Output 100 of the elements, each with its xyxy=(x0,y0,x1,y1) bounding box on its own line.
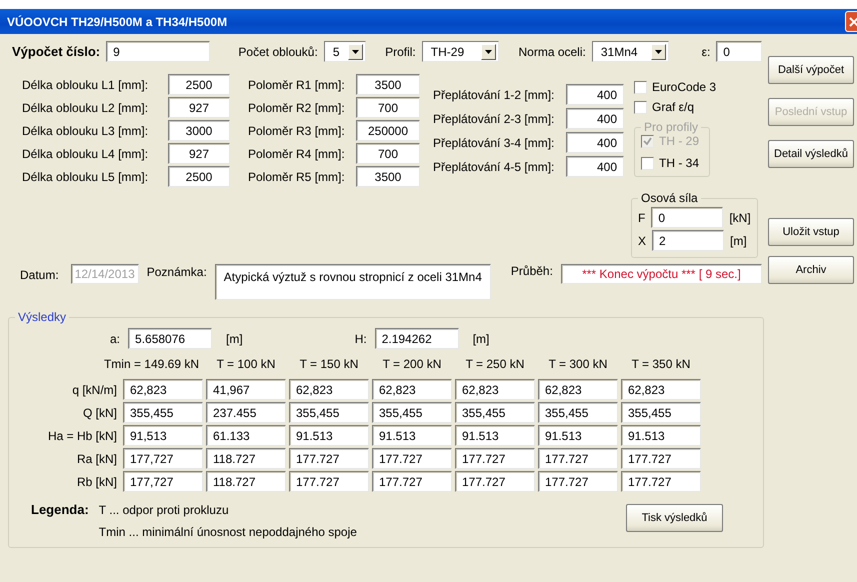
checkbox-label: EuroCode 3 xyxy=(652,80,716,94)
result-cell: 177.727 xyxy=(538,471,618,492)
result-cell: 62,823 xyxy=(538,379,618,400)
length-label: Délka oblouku L2 [mm]: xyxy=(22,100,148,114)
group-title: Osová síla xyxy=(640,191,699,205)
radius-field[interactable]: 250000 xyxy=(356,120,420,141)
length-field[interactable]: 3000 xyxy=(168,120,230,141)
arch-count-label: Počet oblouků: xyxy=(238,44,318,58)
epsilon-field[interactable]: 0 xyxy=(716,41,762,62)
checkbox-label: TH - 29 xyxy=(659,134,700,148)
progress-field: *** Konec výpočtu *** [ 9 sec.] xyxy=(560,264,762,284)
radius-field[interactable]: 3500 xyxy=(356,166,420,187)
group-title: Pro profily xyxy=(643,120,700,134)
arch-count-dropdown[interactable]: 5 xyxy=(324,41,366,62)
checkbox-label: TH - 34 xyxy=(659,156,700,170)
overlap-label: Přeplátování 1-2 [mm]: xyxy=(433,88,554,102)
length-field[interactable]: 927 xyxy=(168,143,230,164)
action-button[interactable]: Uložit vstup xyxy=(768,218,854,246)
overlap-field[interactable]: 400 xyxy=(566,84,624,105)
column-header: T = 150 kN xyxy=(298,356,360,373)
calc-number-field[interactable]: 9 xyxy=(106,41,210,62)
close-button[interactable] xyxy=(845,11,857,32)
print-results-button[interactable]: Tisk výsledků xyxy=(626,504,723,532)
result-cell: 177.727 xyxy=(538,448,618,469)
checkbox[interactable] xyxy=(634,100,647,114)
checkbox[interactable] xyxy=(634,80,647,94)
result-cell: 355,455 xyxy=(538,402,618,423)
legend-label: Legenda: xyxy=(31,502,89,517)
result-cell: 62,823 xyxy=(372,379,452,400)
radius-label: Poloměr R2 [mm]: xyxy=(248,100,345,114)
row-label: Q [kN] xyxy=(82,406,118,420)
radius-label: Poloměr R1 [mm]: xyxy=(248,78,345,92)
result-cell: 177.727 xyxy=(289,471,369,492)
overlap-field[interactable]: 400 xyxy=(566,132,624,153)
length-label: Délka oblouku L4 [mm]: xyxy=(22,146,148,160)
result-cell: 91.513 xyxy=(289,425,369,446)
row-label: Rb [kN] xyxy=(76,474,118,488)
legend-text: T ... odpor proti prokluzu xyxy=(98,503,230,517)
window-title: VÚOOVCH TH29/H500M a TH34/H500M xyxy=(7,14,228,28)
result-cell: 177.727 xyxy=(455,471,535,492)
radius-field[interactable]: 3500 xyxy=(356,74,420,95)
result-cell: 355,455 xyxy=(123,402,203,423)
result-cell: 355,455 xyxy=(621,402,701,423)
result-cell: 177.727 xyxy=(621,471,701,492)
result-cell: 355,455 xyxy=(372,402,452,423)
result-cell: 177.727 xyxy=(455,448,535,469)
a-label: a: xyxy=(110,332,120,346)
action-button[interactable]: Další výpočet xyxy=(768,56,854,84)
overlap-field[interactable]: 400 xyxy=(566,156,624,177)
length-field[interactable]: 2500 xyxy=(168,74,230,95)
column-header: Tmin = 149.69 kN xyxy=(102,356,200,373)
row-label: q [kN/m] xyxy=(71,382,118,396)
result-cell: 355,455 xyxy=(455,402,535,423)
result-cell: 177.727 xyxy=(372,471,452,492)
action-button[interactable]: Detail výsledků xyxy=(768,140,854,168)
h-label: H: xyxy=(354,332,367,346)
result-cell: 177,727 xyxy=(123,448,203,469)
length-field[interactable]: 2500 xyxy=(168,166,230,187)
result-cell: 237.455 xyxy=(206,402,286,423)
result-cell: 177,727 xyxy=(123,471,203,492)
force-field[interactable]: 0 xyxy=(651,207,724,228)
result-cell: 118.727 xyxy=(206,448,286,469)
radius-field[interactable]: 700 xyxy=(356,143,420,164)
result-cell: 91.513 xyxy=(538,425,618,446)
steel-dropdown[interactable]: 31Mn4 xyxy=(592,41,670,62)
note-field[interactable]: Atypická výztuž s rovnou stropnicí z oceli 31Mn4 xyxy=(214,264,491,300)
profile-dropdown[interactable]: TH-29 xyxy=(422,41,500,62)
force-field[interactable]: 2 xyxy=(652,230,724,251)
action-button[interactable]: Archiv xyxy=(768,256,854,284)
steel-label: Norma oceli: xyxy=(518,44,586,58)
overlap-label: Přeplátování 2-3 [mm]: xyxy=(433,112,554,126)
result-cell: 177.727 xyxy=(289,448,369,469)
result-cell: 61.133 xyxy=(206,425,286,446)
radius-field[interactable]: 700 xyxy=(356,97,420,118)
dropdown-arrow-icon xyxy=(485,50,492,54)
result-cell: 91.513 xyxy=(455,425,535,446)
radius-label: Poloměr R3 [mm]: xyxy=(248,124,345,138)
length-field[interactable]: 927 xyxy=(168,97,230,118)
date-label: Datum: xyxy=(20,268,59,282)
result-cell: 91,513 xyxy=(123,425,203,446)
result-cell: 177.727 xyxy=(621,448,701,469)
force-label: F xyxy=(638,210,646,224)
legend-text: Tmin ... minimální únosnost nepoddajného spoje xyxy=(98,525,357,539)
result-cell: 355,455 xyxy=(289,402,369,423)
overlap-label: Přeplátování 3-4 [mm]: xyxy=(433,136,554,150)
result-cell: 177.727 xyxy=(372,448,452,469)
column-header: T = 350 kN xyxy=(630,356,692,373)
dropdown-arrow-icon xyxy=(352,50,359,54)
length-label: Délka oblouku L3 [mm]: xyxy=(22,124,148,138)
note-label: Poznámka: xyxy=(146,265,207,279)
unit-label: [m] xyxy=(472,332,490,346)
profile-label: Profil: xyxy=(385,44,416,58)
overlap-field[interactable]: 400 xyxy=(566,108,624,129)
column-header: T = 300 kN xyxy=(548,356,608,373)
unit-label: [m] xyxy=(226,332,243,346)
result-cell: 91.513 xyxy=(372,425,452,446)
result-cell: 62,823 xyxy=(455,379,535,400)
radius-label: Poloměr R5 [mm]: xyxy=(248,170,345,184)
radius-label: Poloměr R4 [mm]: xyxy=(248,146,345,160)
column-header: T = 200 kN xyxy=(382,356,442,373)
